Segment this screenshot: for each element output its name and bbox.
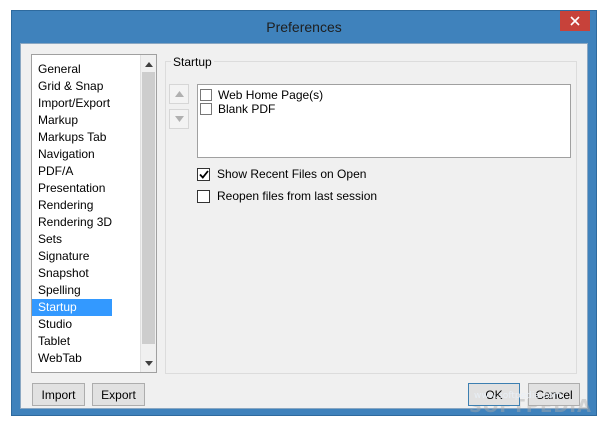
dialog-client-area: General Grid & Snap Import/Export Markup Mar…	[20, 43, 591, 417]
move-down-button[interactable]	[169, 109, 189, 129]
export-button[interactable]: Export	[92, 383, 145, 406]
reopen-files-label: Reopen files from last session	[217, 189, 378, 203]
web-home-page-checkbox[interactable]	[200, 89, 212, 101]
reopen-files-option[interactable]: Reopen files from last session	[197, 188, 377, 204]
sidebar-item-sets[interactable]: Sets	[32, 231, 142, 248]
title-bar[interactable]: Preferences	[12, 11, 596, 43]
window-title: Preferences	[266, 19, 342, 35]
list-item[interactable]: Blank PDF	[200, 102, 275, 116]
sidebar-item-navigation[interactable]: Navigation	[32, 146, 142, 163]
sidebar-item-studio[interactable]: Studio	[32, 316, 142, 333]
startup-group-title: Startup	[171, 55, 214, 69]
sidebar-item-pdf-a[interactable]: PDF/A	[32, 163, 142, 180]
sidebar-item-rendering-3d[interactable]: Rendering 3D	[32, 214, 142, 231]
category-list-scrollbar[interactable]	[140, 55, 156, 372]
sidebar-item-import-export[interactable]: Import/Export	[32, 95, 142, 112]
sidebar-item-markups-tab[interactable]: Markups Tab	[32, 129, 142, 146]
sidebar-item-startup[interactable]: Startup	[32, 299, 112, 316]
show-recent-files-label: Show Recent Files on Open	[217, 167, 367, 181]
scroll-thumb[interactable]	[142, 72, 155, 344]
category-list[interactable]: General Grid & Snap Import/Export Markup Mar…	[31, 54, 157, 373]
sidebar-item-rendering[interactable]: Rendering	[32, 197, 142, 214]
close-button[interactable]	[560, 11, 590, 31]
close-icon	[570, 16, 580, 26]
sidebar-item-signature[interactable]: Signature	[32, 248, 142, 265]
preferences-window: Preferences General Grid & Snap Import/Exp…	[11, 10, 597, 417]
arrow-down-icon	[174, 116, 184, 122]
sidebar-item-spelling[interactable]: Spelling	[32, 282, 142, 299]
chevron-down-icon	[145, 360, 153, 366]
sidebar-item-tablet[interactable]: Tablet	[32, 333, 142, 350]
move-up-button[interactable]	[169, 84, 189, 104]
show-recent-files-checkbox[interactable]	[197, 167, 210, 181]
sidebar-item-grid-snap[interactable]: Grid & Snap	[32, 78, 142, 95]
softpedia-url-watermark: www.softpedia.com	[474, 391, 562, 401]
chevron-up-icon	[145, 61, 153, 67]
sidebar-item-webtab[interactable]: WebTab	[32, 350, 142, 367]
import-button[interactable]: Import	[32, 383, 85, 406]
blank-pdf-checkbox[interactable]	[200, 103, 212, 115]
arrow-up-icon	[174, 91, 184, 97]
startup-items-list[interactable]: Web Home Page(s) Blank PDF	[197, 84, 571, 158]
checkmark-icon	[198, 169, 209, 179]
reopen-files-checkbox[interactable]	[197, 189, 210, 203]
sidebar-item-snapshot[interactable]: Snapshot	[32, 265, 142, 282]
list-item[interactable]: Web Home Page(s)	[200, 88, 323, 102]
scroll-down-button[interactable]	[141, 355, 156, 372]
sidebar-item-markup[interactable]: Markup	[32, 112, 142, 129]
list-item-label: Blank PDF	[218, 102, 276, 116]
sidebar-item-general[interactable]: General	[32, 61, 142, 78]
sidebar-item-presentation[interactable]: Presentation	[32, 180, 142, 197]
category-list-items: General Grid & Snap Import/Export Markup Mar…	[32, 61, 142, 367]
scroll-up-button[interactable]	[141, 55, 156, 72]
show-recent-files-option[interactable]: Show Recent Files on Open	[197, 166, 366, 182]
list-item-label: Web Home Page(s)	[218, 88, 324, 102]
